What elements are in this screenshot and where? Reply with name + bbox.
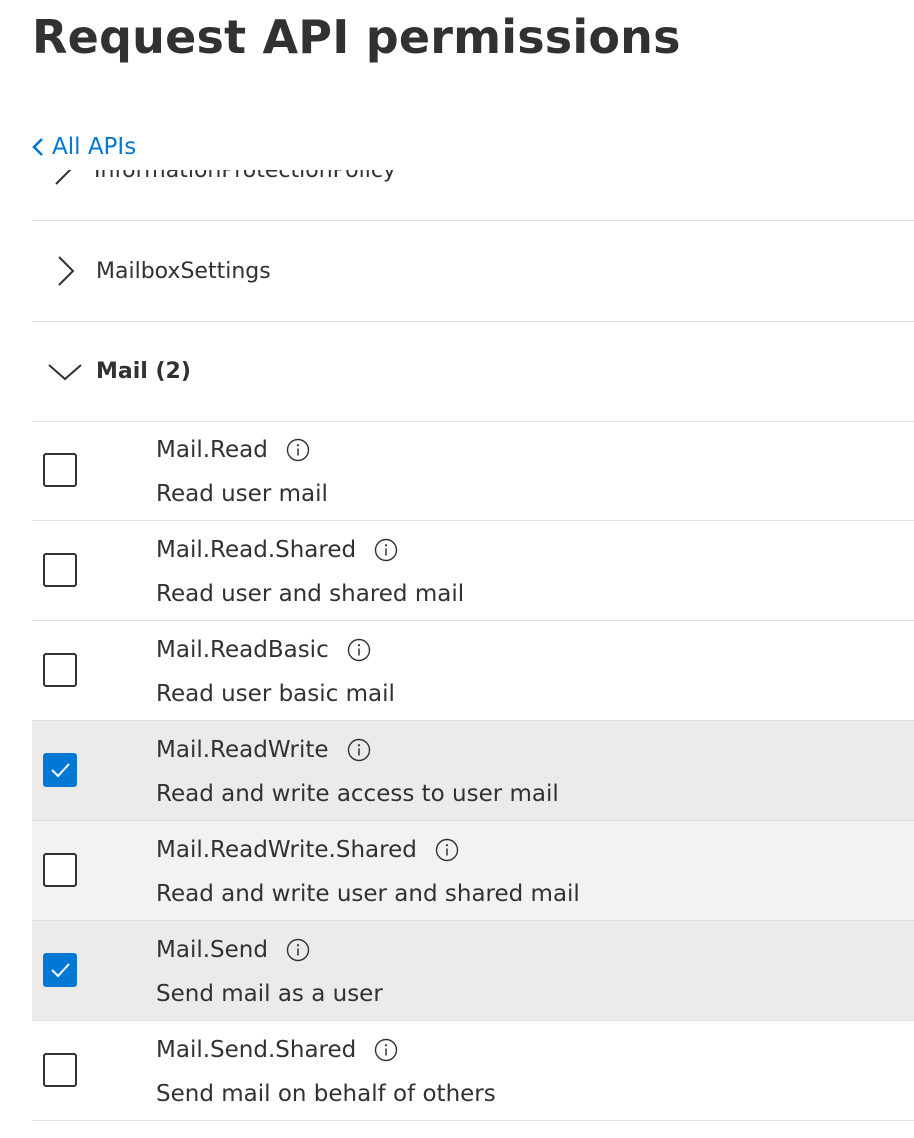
permission-row-mail-send[interactable]: Mail.Send Send mail as a user [32,921,914,1021]
checkmark-icon [51,763,70,778]
info-icon[interactable] [374,1038,398,1062]
info-icon[interactable] [286,438,310,462]
checkmark-icon [51,963,70,978]
chevron-right-icon [55,170,72,185]
group-row-mailboxsettings[interactable]: MailboxSettings [32,221,914,322]
permission-checkbox[interactable] [43,753,77,787]
permission-description: Read and write user and shared mail [156,881,580,907]
permission-row-mail-send-shared[interactable]: Mail.Send.Shared Send mail on behalf of … [32,1021,914,1121]
group-label: MailboxSettings [96,258,271,284]
permission-name: Mail.ReadWrite [156,737,329,763]
permission-name: Mail.ReadBasic [156,637,329,663]
permission-description: Send mail on behalf of others [156,1081,496,1107]
permission-description: Read user mail [156,481,328,507]
group-label: Mail (2) [96,358,191,384]
permission-name: Mail.Read [156,437,268,463]
permission-checkbox[interactable] [43,553,77,587]
chevron-down-icon [40,357,90,385]
info-icon[interactable] [374,538,398,562]
info-icon[interactable] [435,838,459,862]
permission-description: Send mail as a user [156,981,383,1007]
info-icon[interactable] [286,938,310,962]
permission-name: Mail.ReadWrite.Shared [156,837,417,863]
group-row-mail[interactable]: Mail (2) [32,321,914,422]
permission-name: Mail.Read.Shared [156,537,357,563]
permission-row-mail-readbasic[interactable]: Mail.ReadBasic Read user basic mail [32,621,914,721]
permission-name: Mail.Send.Shared [156,1037,357,1063]
permission-description: Read user and shared mail [156,581,465,607]
back-link-label: All APIs [52,134,137,160]
page-title: Request API permissions [32,10,681,64]
permission-checkbox[interactable] [43,1053,77,1087]
permission-description: Read and write access to user mail [156,781,559,807]
group-label: InformationProtectionPolicy [94,170,396,183]
all-apis-back-link[interactable]: All APIs [30,134,136,160]
info-icon[interactable] [347,738,371,762]
info-icon[interactable] [347,638,371,662]
chevron-left-icon [32,138,43,156]
permission-row-mail-readwrite[interactable]: Mail.ReadWrite Read and write access to … [32,721,914,821]
chevron-right-icon [40,251,90,291]
permission-checkbox[interactable] [43,853,77,887]
group-row-informationprotectionpolicy[interactable]: InformationProtectionPolicy [32,170,914,221]
permission-name: Mail.Send [156,937,268,963]
permission-row-mail-read[interactable]: Mail.Read Read user mail [32,421,914,521]
request-api-permissions-panel: Request API permissions All APIs Informa… [0,0,914,1138]
permission-checkbox[interactable] [43,653,77,687]
permission-description: Read user basic mail [156,681,395,707]
permission-row-mail-read-shared[interactable]: Mail.Read.Shared Read user and shared ma… [32,521,914,621]
permission-checkbox[interactable] [43,953,77,987]
permission-checkbox[interactable] [43,453,77,487]
permission-row-mail-readwrite-shared[interactable]: Mail.ReadWrite.Shared Read and write use… [32,821,914,921]
